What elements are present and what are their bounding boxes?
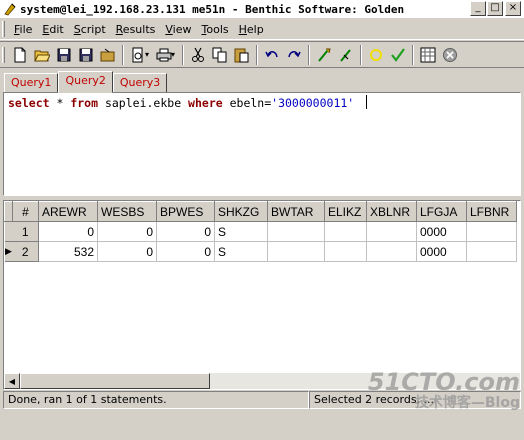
status-selection: Selected 2 records, ... bbox=[309, 391, 521, 409]
app-logo-icon bbox=[2, 2, 17, 17]
menu-bar: File Edit Script Results View Tools Help bbox=[0, 19, 524, 40]
execute-step-icon[interactable] bbox=[335, 44, 357, 66]
table-row[interactable]: ▶ 2 532 0 0 S 0000 bbox=[4, 241, 517, 262]
paste-icon[interactable] bbox=[231, 44, 253, 66]
column-header[interactable]: LFBNR bbox=[466, 201, 517, 222]
sql-star: * bbox=[49, 96, 71, 110]
cell-bpwes[interactable]: 0 bbox=[156, 241, 215, 262]
print-preview-dropdown-icon[interactable]: ▾ bbox=[145, 50, 153, 59]
menu-grip bbox=[2, 21, 5, 37]
toolbar-separator bbox=[412, 44, 414, 65]
sql-keyword-select: select bbox=[8, 96, 50, 110]
open-script-icon[interactable] bbox=[97, 44, 119, 66]
column-header[interactable]: BWTAR bbox=[267, 201, 325, 222]
menu-view[interactable]: View bbox=[160, 23, 196, 36]
menu-script[interactable]: Script bbox=[69, 23, 111, 36]
sql-editor[interactable]: select * from saplei.ekbe where ebeln='3… bbox=[3, 92, 521, 196]
cell-lfbnr[interactable] bbox=[466, 221, 517, 242]
copy-icon[interactable] bbox=[209, 44, 231, 66]
title-bar: system@lei_192.168.23.131 me51n - Benthi… bbox=[0, 0, 524, 19]
scroll-left-icon[interactable]: ◀ bbox=[4, 373, 20, 389]
column-header[interactable]: SHKZG bbox=[214, 201, 268, 222]
current-row-arrow-icon: ▶ bbox=[4, 241, 13, 262]
toolbar-separator bbox=[122, 44, 124, 65]
save-icon[interactable] bbox=[53, 44, 75, 66]
column-header[interactable]: AREWR bbox=[38, 201, 98, 222]
toolbar-separator bbox=[308, 44, 310, 65]
window-title: system@lei_192.168.23.131 me51n - Benthi… bbox=[20, 2, 405, 16]
sql-condition: ebeln= bbox=[222, 96, 272, 110]
cell-shkzg[interactable]: S bbox=[214, 221, 268, 242]
menu-tools[interactable]: Tools bbox=[197, 23, 234, 36]
cancel-icon[interactable] bbox=[439, 44, 461, 66]
results-grid[interactable]: # AREWR WESBS BPWES SHKZG BWTAR ELIKZ XB… bbox=[3, 200, 521, 390]
row-number[interactable]: 1 bbox=[12, 221, 39, 242]
cell-bwtar[interactable] bbox=[267, 221, 325, 242]
redo-icon[interactable] bbox=[283, 44, 305, 66]
toolbar-grip bbox=[2, 46, 5, 63]
tab-query2[interactable]: Query2 bbox=[58, 71, 113, 93]
maximize-button[interactable]: □ bbox=[487, 1, 503, 16]
save-all-icon[interactable] bbox=[75, 44, 97, 66]
cell-wesbs[interactable]: 0 bbox=[97, 241, 157, 262]
cell-bwtar[interactable] bbox=[267, 241, 325, 262]
toolbar-separator bbox=[182, 44, 184, 65]
toolbar-separator bbox=[360, 44, 362, 65]
check-icon[interactable] bbox=[387, 44, 409, 66]
close-button[interactable]: × bbox=[505, 1, 521, 16]
horizontal-scrollbar[interactable]: ◀ bbox=[4, 373, 520, 389]
cell-wesbs[interactable]: 0 bbox=[97, 221, 157, 242]
results-table: # AREWR WESBS BPWES SHKZG BWTAR ELIKZ XB… bbox=[4, 201, 517, 262]
menu-edit[interactable]: Edit bbox=[37, 23, 68, 36]
grid-header-row: # AREWR WESBS BPWES SHKZG BWTAR ELIKZ XB… bbox=[4, 201, 517, 222]
sql-keyword-where: where bbox=[188, 96, 223, 110]
row-indicator bbox=[4, 221, 13, 242]
column-header[interactable]: ELIKZ bbox=[324, 201, 367, 222]
cut-icon[interactable] bbox=[187, 44, 209, 66]
cell-arewr[interactable]: 0 bbox=[38, 221, 98, 242]
scrollbar-thumb[interactable] bbox=[20, 373, 210, 389]
sql-table: saplei.ekbe bbox=[98, 96, 189, 110]
status-bar: Done, ran 1 of 1 statements. Selected 2 … bbox=[3, 391, 521, 409]
tab-query1[interactable]: Query1 bbox=[4, 73, 59, 93]
cell-elikz[interactable] bbox=[324, 221, 367, 242]
cell-lfbnr[interactable] bbox=[466, 241, 517, 262]
toolbar-separator bbox=[256, 44, 258, 65]
cell-xblnr[interactable] bbox=[366, 221, 417, 242]
execute-icon[interactable] bbox=[313, 44, 335, 66]
text-cursor bbox=[366, 95, 368, 109]
column-header[interactable]: # bbox=[12, 201, 39, 222]
column-header[interactable]: BPWES bbox=[156, 201, 215, 222]
column-header[interactable]: XBLNR bbox=[366, 201, 417, 222]
sql-string-value: '3000000011' bbox=[271, 96, 355, 110]
menu-results[interactable]: Results bbox=[111, 23, 161, 36]
sql-keyword-from: from bbox=[70, 96, 99, 110]
cell-lfgja[interactable]: 0000 bbox=[416, 241, 467, 262]
grid-options-icon[interactable] bbox=[417, 44, 439, 66]
cell-xblnr[interactable] bbox=[366, 241, 417, 262]
menu-file[interactable]: File bbox=[9, 23, 37, 36]
column-header[interactable]: LFGJA bbox=[416, 201, 467, 222]
grid-corner bbox=[4, 201, 13, 222]
menu-help[interactable]: Help bbox=[234, 23, 269, 36]
cell-lfgja[interactable]: 0000 bbox=[416, 221, 467, 242]
column-header[interactable]: WESBS bbox=[97, 201, 157, 222]
tab-query3[interactable]: Query3 bbox=[112, 73, 168, 93]
open-folder-icon[interactable] bbox=[31, 44, 53, 66]
toolbar: ▾ ▾ bbox=[0, 41, 524, 68]
query-tabs: Query1 Query2 Query3 bbox=[4, 71, 168, 93]
commit-icon[interactable] bbox=[365, 44, 387, 66]
print-dropdown-icon[interactable]: ▾ bbox=[171, 50, 179, 59]
cell-arewr[interactable]: 532 bbox=[38, 241, 98, 262]
cell-bpwes[interactable]: 0 bbox=[156, 221, 215, 242]
row-number[interactable]: 2 bbox=[12, 241, 39, 262]
table-row[interactable]: 1 0 0 0 S 0000 bbox=[4, 221, 517, 242]
cell-shkzg[interactable]: S bbox=[214, 241, 268, 262]
status-message: Done, ran 1 of 1 statements. bbox=[3, 391, 309, 409]
undo-icon[interactable] bbox=[261, 44, 283, 66]
new-file-icon[interactable] bbox=[9, 44, 31, 66]
minimize-button[interactable]: _ bbox=[470, 1, 486, 16]
cell-elikz[interactable] bbox=[324, 241, 367, 262]
